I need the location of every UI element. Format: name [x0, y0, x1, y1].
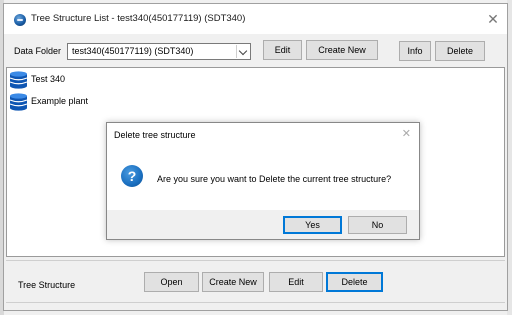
data-folder-label: Data Folder — [14, 46, 62, 56]
delete-folder-button[interactable]: Delete — [435, 41, 485, 61]
dialog-message: Are you sure you want to Delete the curr… — [157, 174, 392, 184]
dialog-button-bar: Yes No — [107, 210, 419, 239]
tree-structure-label: Tree Structure — [18, 280, 76, 290]
delete-button[interactable]: Delete — [326, 272, 383, 292]
section-divider — [6, 260, 505, 261]
tree-item-label: Example plant — [31, 96, 89, 106]
question-icon: ? — [121, 165, 143, 187]
data-folder-select[interactable]: test340(450177119) (SDT340) — [67, 43, 251, 60]
open-button[interactable]: Open — [144, 272, 199, 292]
dialog-title: Delete tree structure — [114, 130, 196, 140]
title-bar: Tree Structure List - test340(450177119)… — [4, 4, 507, 34]
data-folder-value: test340(450177119) (SDT340) — [72, 46, 194, 56]
no-button[interactable]: No — [348, 216, 407, 234]
dialog-close-icon[interactable]: ✕ — [402, 127, 411, 140]
info-button[interactable]: Info — [399, 41, 431, 61]
window-close-icon[interactable]: ✕ — [484, 10, 502, 28]
create-new-folder-button[interactable]: Create New — [306, 40, 378, 60]
tree-item-label: Test 340 — [31, 74, 66, 84]
window-title: Tree Structure List - test340(450177119)… — [31, 13, 246, 24]
app-icon — [14, 14, 26, 26]
create-new-button[interactable]: Create New — [202, 272, 264, 292]
edit-folder-button[interactable]: Edit — [263, 40, 302, 60]
edit-button[interactable]: Edit — [269, 272, 323, 292]
database-icon — [9, 71, 28, 89]
delete-confirmation-dialog: Delete tree structure ✕ ? Are you sure y… — [106, 122, 420, 240]
chevron-down-icon[interactable] — [236, 45, 249, 58]
bottom-divider — [6, 302, 505, 303]
yes-button[interactable]: Yes — [283, 216, 342, 234]
database-icon — [9, 93, 28, 111]
